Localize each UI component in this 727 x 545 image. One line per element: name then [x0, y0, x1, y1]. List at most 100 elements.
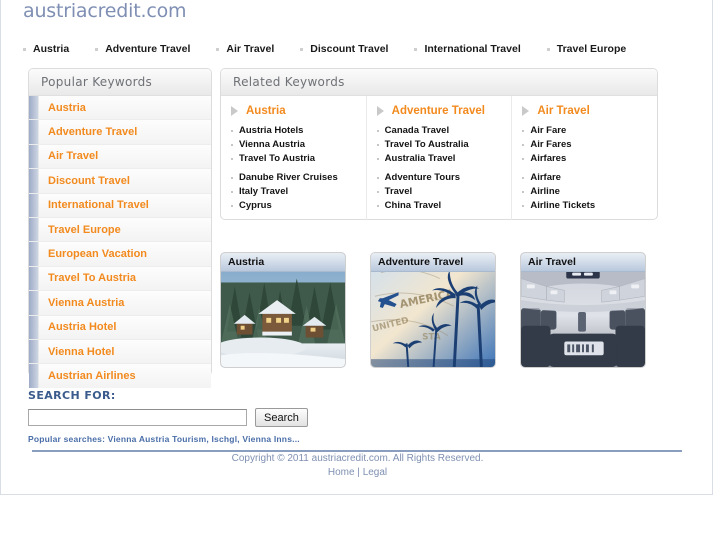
top-nav-link[interactable]: Austria — [33, 43, 69, 55]
top-nav-item[interactable]: Air Travel — [216, 43, 274, 55]
related-keyword-item[interactable]: Australia Travel — [376, 153, 502, 165]
sidebar-keyword-link[interactable]: Vienna Austria — [39, 291, 211, 314]
sidebar-keyword-item[interactable]: Travel To Austria — [29, 266, 211, 292]
related-keyword-link[interactable]: Canada Travel — [385, 125, 449, 137]
related-keyword-item[interactable]: Travel To Austria — [231, 153, 356, 165]
image-card[interactable]: Austria — [220, 252, 346, 368]
sidebar-keyword-item[interactable]: Discount Travel — [29, 169, 211, 194]
related-keyword-item[interactable]: Austria Hotels — [231, 125, 356, 137]
related-keyword-link[interactable]: Airfare — [530, 172, 561, 184]
related-keyword-group: Airfare Airline Airline Tickets — [522, 172, 647, 212]
top-nav-link[interactable]: Adventure Travel — [105, 43, 190, 55]
related-keyword-item[interactable]: Air Fare — [522, 125, 647, 137]
related-keyword-item[interactable]: Vienna Austria — [231, 139, 356, 151]
footer-link-separator: | — [354, 467, 363, 478]
arrow-right-icon — [376, 106, 384, 116]
bullet-icon — [231, 177, 233, 179]
related-keyword-item[interactable]: Airfares — [522, 153, 647, 165]
sidebar-keyword-link[interactable]: Austria Hotel — [39, 316, 211, 339]
image-cards-row: Austria AMERICA UNITED STA Adventure Travel A… — [220, 252, 660, 368]
sidebar-keyword-link[interactable]: Austria — [39, 96, 211, 119]
site-logo[interactable]: austriacredit.com — [23, 0, 187, 22]
related-keyword-link[interactable]: Italy Travel — [239, 186, 288, 198]
top-nav-item[interactable]: Adventure Travel — [95, 43, 190, 55]
sidebar-keyword-link[interactable]: Travel To Austria — [39, 267, 211, 290]
bullet-icon — [231, 144, 233, 146]
top-nav-item[interactable]: Discount Travel — [300, 43, 388, 55]
sidebar-keyword-link[interactable]: Vienna Hotel — [39, 340, 211, 363]
sidebar-keyword-link[interactable]: Discount Travel — [39, 169, 211, 192]
related-keyword-item[interactable]: Cyprus — [231, 200, 356, 212]
bullet-icon — [522, 177, 525, 179]
sidebar-keyword-item[interactable]: Air Travel — [29, 144, 211, 170]
sidebar-keyword-link[interactable]: Travel Europe — [39, 218, 211, 241]
related-keyword-link[interactable]: Air Fares — [530, 139, 571, 151]
related-keyword-link[interactable]: Danube River Cruises — [239, 172, 338, 184]
search-button[interactable]: Search — [255, 408, 308, 427]
sidebar-keyword-item[interactable]: International Travel — [29, 193, 211, 218]
related-keyword-item[interactable]: Travel To Australia — [376, 139, 502, 151]
related-keyword-link[interactable]: Vienna Austria — [239, 139, 305, 151]
related-keyword-link[interactable]: Airline — [530, 186, 560, 198]
sidebar-keyword-link[interactable]: Air Travel — [39, 145, 211, 168]
top-nav-link[interactable]: Travel Europe — [557, 43, 626, 55]
sidebar-keyword-item[interactable]: Vienna Hotel — [29, 339, 211, 365]
search-input[interactable] — [28, 409, 247, 426]
sidebar-keyword-item[interactable]: Austrian Airlines — [29, 364, 211, 388]
related-keyword-item[interactable]: Airline — [522, 186, 647, 198]
related-keyword-link[interactable]: Austria Hotels — [239, 125, 303, 137]
related-keyword-link[interactable]: Travel To Australia — [385, 139, 469, 151]
sidebar-keyword-item[interactable]: Adventure Travel — [29, 120, 211, 145]
sidebar-keyword-link[interactable]: International Travel — [39, 194, 211, 217]
related-column-heading-link[interactable]: Austria — [246, 105, 286, 117]
top-nav-link[interactable]: Discount Travel — [310, 43, 388, 55]
related-column-heading-link[interactable]: Adventure Travel — [392, 105, 485, 117]
bullet-icon — [216, 47, 220, 51]
related-keyword-item[interactable]: Airfare — [522, 172, 647, 184]
related-keyword-link[interactable]: Travel To Austria — [239, 153, 315, 165]
sidebar-keyword-link[interactable]: Austrian Airlines — [39, 364, 211, 387]
accent-bar-icon — [29, 217, 39, 242]
related-keyword-link[interactable]: Airfares — [530, 153, 566, 165]
bullet-icon — [414, 47, 418, 51]
sidebar-keyword-item[interactable]: European Vacation — [29, 242, 211, 267]
related-keyword-link[interactable]: Cyprus — [239, 200, 272, 212]
related-keywords-column: Air Travel Air Fare Air Fares Airfares Airfa… — [512, 96, 657, 220]
related-keyword-item[interactable]: Airline Tickets — [522, 200, 647, 212]
related-keyword-item[interactable]: Adventure Tours — [376, 172, 502, 184]
popular-keywords-panel: Popular Keywords Austria Adventure Travel… — [28, 68, 212, 388]
related-keyword-item[interactable]: Italy Travel — [231, 186, 356, 198]
related-keyword-link[interactable]: Adventure Tours — [385, 172, 460, 184]
top-nav-item[interactable]: Travel Europe — [546, 43, 626, 55]
sidebar-keyword-link[interactable]: European Vacation — [39, 242, 211, 265]
related-keyword-item[interactable]: Canada Travel — [376, 125, 502, 137]
sidebar-keyword-item[interactable]: Travel Europe — [29, 217, 211, 243]
related-keyword-link[interactable]: China Travel — [385, 200, 442, 212]
popular-searches-text[interactable]: Popular searches: Vienna Austria Tourism… — [28, 434, 308, 444]
related-keyword-item[interactable]: China Travel — [376, 200, 502, 212]
related-column-heading-link[interactable]: Air Travel — [537, 105, 589, 117]
related-keyword-item[interactable]: Danube River Cruises — [231, 172, 356, 184]
top-nav-item[interactable]: Austria — [23, 43, 69, 55]
footer-home-link[interactable]: Home — [328, 467, 355, 478]
image-card[interactable]: AMERICA UNITED STA Adventure Travel — [370, 252, 496, 368]
footer: Copyright © 2011 austriacredit.com. All … — [1, 452, 714, 480]
related-keyword-item[interactable]: Travel — [376, 186, 502, 198]
sidebar-keyword-item[interactable]: Austria Hotel — [29, 315, 211, 340]
related-keyword-link[interactable]: Travel — [385, 186, 412, 198]
related-keyword-link[interactable]: Air Fare — [530, 125, 566, 137]
top-nav-link[interactable]: International Travel — [424, 43, 520, 55]
top-nav-item[interactable]: International Travel — [414, 43, 521, 55]
image-card[interactable]: Air Travel — [520, 252, 646, 368]
top-nav-link[interactable]: Air Travel — [226, 43, 274, 55]
related-keyword-link[interactable]: Airline Tickets — [530, 200, 595, 212]
sidebar-keyword-item[interactable]: Austria — [29, 96, 211, 121]
accent-bar-icon — [29, 266, 39, 291]
related-keyword-link[interactable]: Australia Travel — [385, 153, 456, 165]
footer-legal-link[interactable]: Legal — [363, 467, 387, 478]
related-column-heading: Air Travel — [522, 105, 647, 117]
related-keyword-item[interactable]: Air Fares — [522, 139, 647, 151]
sidebar-keyword-link[interactable]: Adventure Travel — [39, 120, 211, 143]
sidebar-keyword-item[interactable]: Vienna Austria — [29, 291, 211, 316]
accent-bar-icon — [29, 120, 39, 144]
